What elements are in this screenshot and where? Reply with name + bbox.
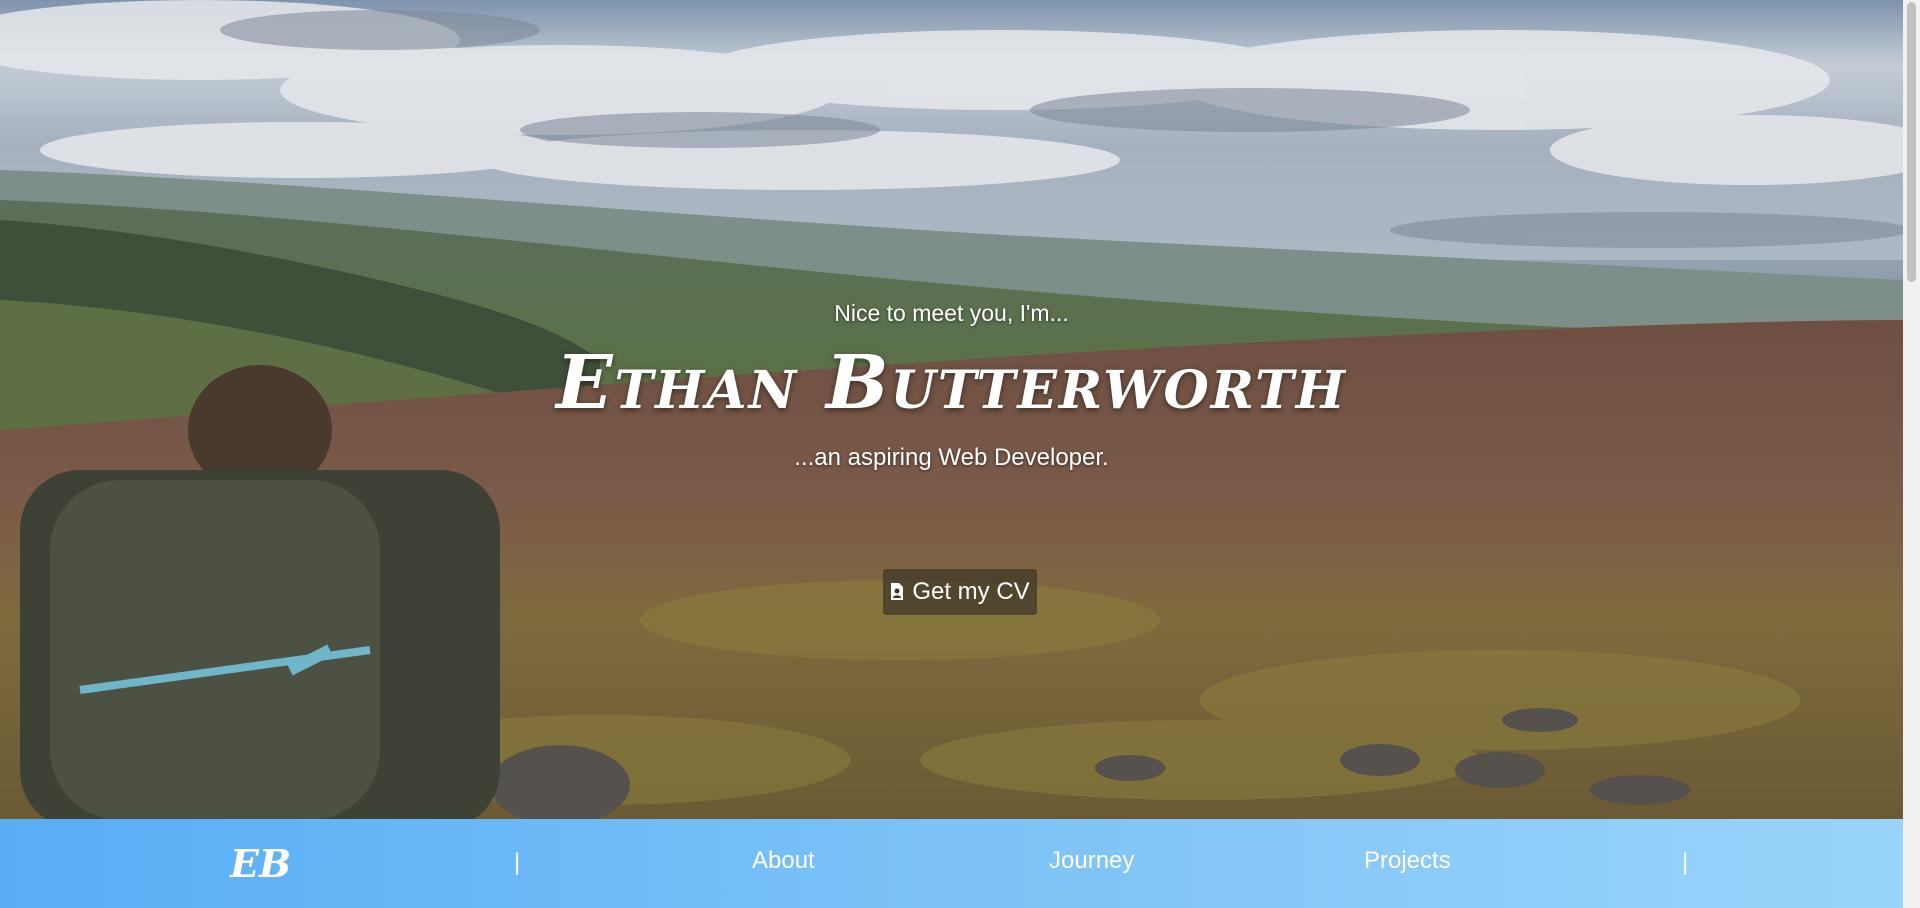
get-cv-label: Get my CV bbox=[912, 578, 1030, 605]
hero-tagline: ...an aspiring Web Developer. bbox=[794, 444, 1109, 471]
nav-link-about[interactable]: About bbox=[752, 847, 815, 875]
nav-separator-right: | bbox=[1682, 849, 1689, 876]
navbar: EB | About Journey Projects | bbox=[0, 819, 1903, 908]
nav-separator-left: | bbox=[514, 849, 521, 876]
scrollbar-thumb[interactable] bbox=[1907, 2, 1916, 282]
scrollbar[interactable] bbox=[1903, 0, 1920, 908]
hero-content: Nice to meet you, I'm... Ethan Butterwor… bbox=[0, 0, 1903, 819]
get-cv-button[interactable]: Get my CV bbox=[883, 569, 1037, 615]
hero-section: Nice to meet you, I'm... Ethan Butterwor… bbox=[0, 0, 1903, 819]
nav-link-projects[interactable]: Projects bbox=[1364, 847, 1451, 875]
hero-greeting: Nice to meet you, I'm... bbox=[834, 300, 1069, 326]
file-person-icon bbox=[891, 583, 904, 600]
hero-name: Ethan Butterworth bbox=[556, 340, 1347, 426]
nav-link-journey[interactable]: Journey bbox=[1049, 847, 1134, 875]
nav-logo[interactable]: EB bbox=[230, 841, 291, 886]
page: Nice to meet you, I'm... Ethan Butterwor… bbox=[0, 0, 1920, 908]
